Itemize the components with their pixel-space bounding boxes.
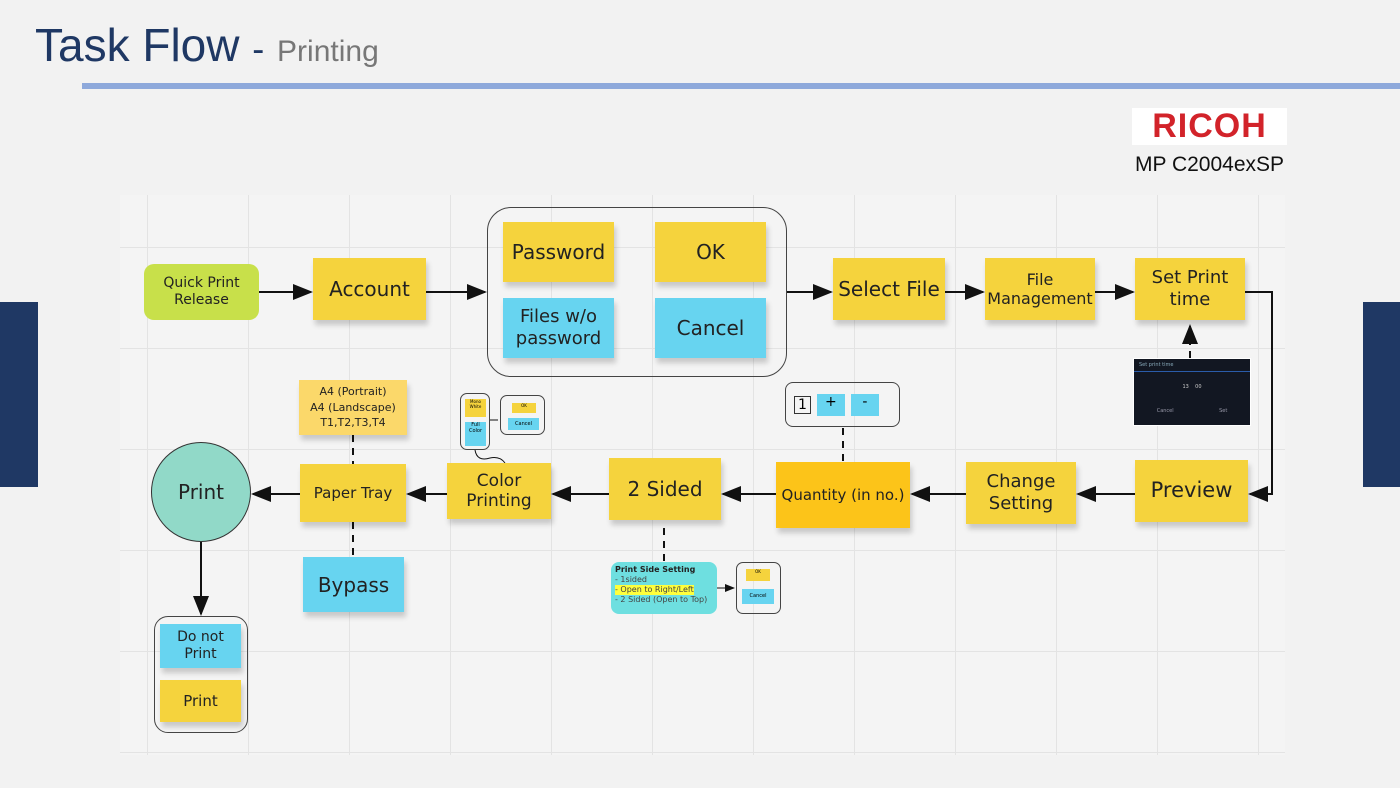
option-print: Print [160,680,241,722]
paper-options-note: A4 (Portrait) A4 (Landscape) T1,T2,T3,T4 [299,380,407,435]
screen-cancel: Cancel [1156,408,1174,414]
color-confirm-group: OK Cancel [500,395,545,435]
screen-title: Set print time [1134,359,1250,372]
print-side-option: - 1sided [615,575,647,584]
screen-hour: 13 [1182,384,1189,390]
quantity-value: 1 [794,395,811,414]
option-bypass: Bypass [303,557,404,612]
step-account: Account [313,258,426,320]
screen-minute: 00 [1195,384,1202,390]
color-options-group: Mono White Full Color [460,393,490,450]
step-change-setting: Change Setting [966,462,1076,524]
minus-button: - [850,393,879,416]
plus-button: + [816,393,845,416]
option-do-not-print: Do not Print [160,624,241,668]
mini-ok: OK [746,569,770,581]
connector-curve [474,449,506,464]
option-files-without-password: Files w/o password [503,298,614,358]
option-password: Password [503,222,614,282]
step-color-printing: Color Printing [447,463,551,519]
start-quick-print-release: Quick Print Release [144,264,259,320]
print-side-option: - Open to Right/Left [615,585,694,595]
paper-option: A4 (Portrait) [319,385,387,399]
paper-option: A4 (Landscape) [310,400,396,414]
paper-option: T1,T2,T3,T4 [320,416,386,430]
print-side-setting-card: Print Side Setting - 1sided - Open to Ri… [611,562,717,614]
set-print-time-screen: Set print time 13 00 Cancel Set [1133,358,1251,426]
step-set-print-time: Set Print time [1135,258,1245,320]
print-side-option: - 2 Sided (Open to Top) [615,595,708,604]
step-quantity: Quantity (in no.) [776,462,910,528]
end-print: Print [151,442,251,542]
side-confirm-group: OK Cancel [736,562,781,614]
step-file-management: File Management [985,258,1095,320]
screen-set: Set [1219,408,1228,414]
step-preview: Preview [1135,460,1248,522]
quantity-control: 1 + - [785,382,900,427]
option-cancel: Cancel [655,298,766,358]
step-2-sided: 2 Sided [609,458,721,520]
step-paper-tray: Paper Tray [300,464,406,522]
step-select-file: Select File [833,258,945,320]
mini-full-color: Full Color [465,422,486,446]
print-side-title: Print Side Setting [615,565,696,574]
mini-cancel: Cancel [508,418,539,430]
mini-ok: OK [512,403,536,413]
mini-mono: Mono White [465,399,486,417]
mini-cancel: Cancel [742,589,774,604]
option-ok: OK [655,222,766,282]
